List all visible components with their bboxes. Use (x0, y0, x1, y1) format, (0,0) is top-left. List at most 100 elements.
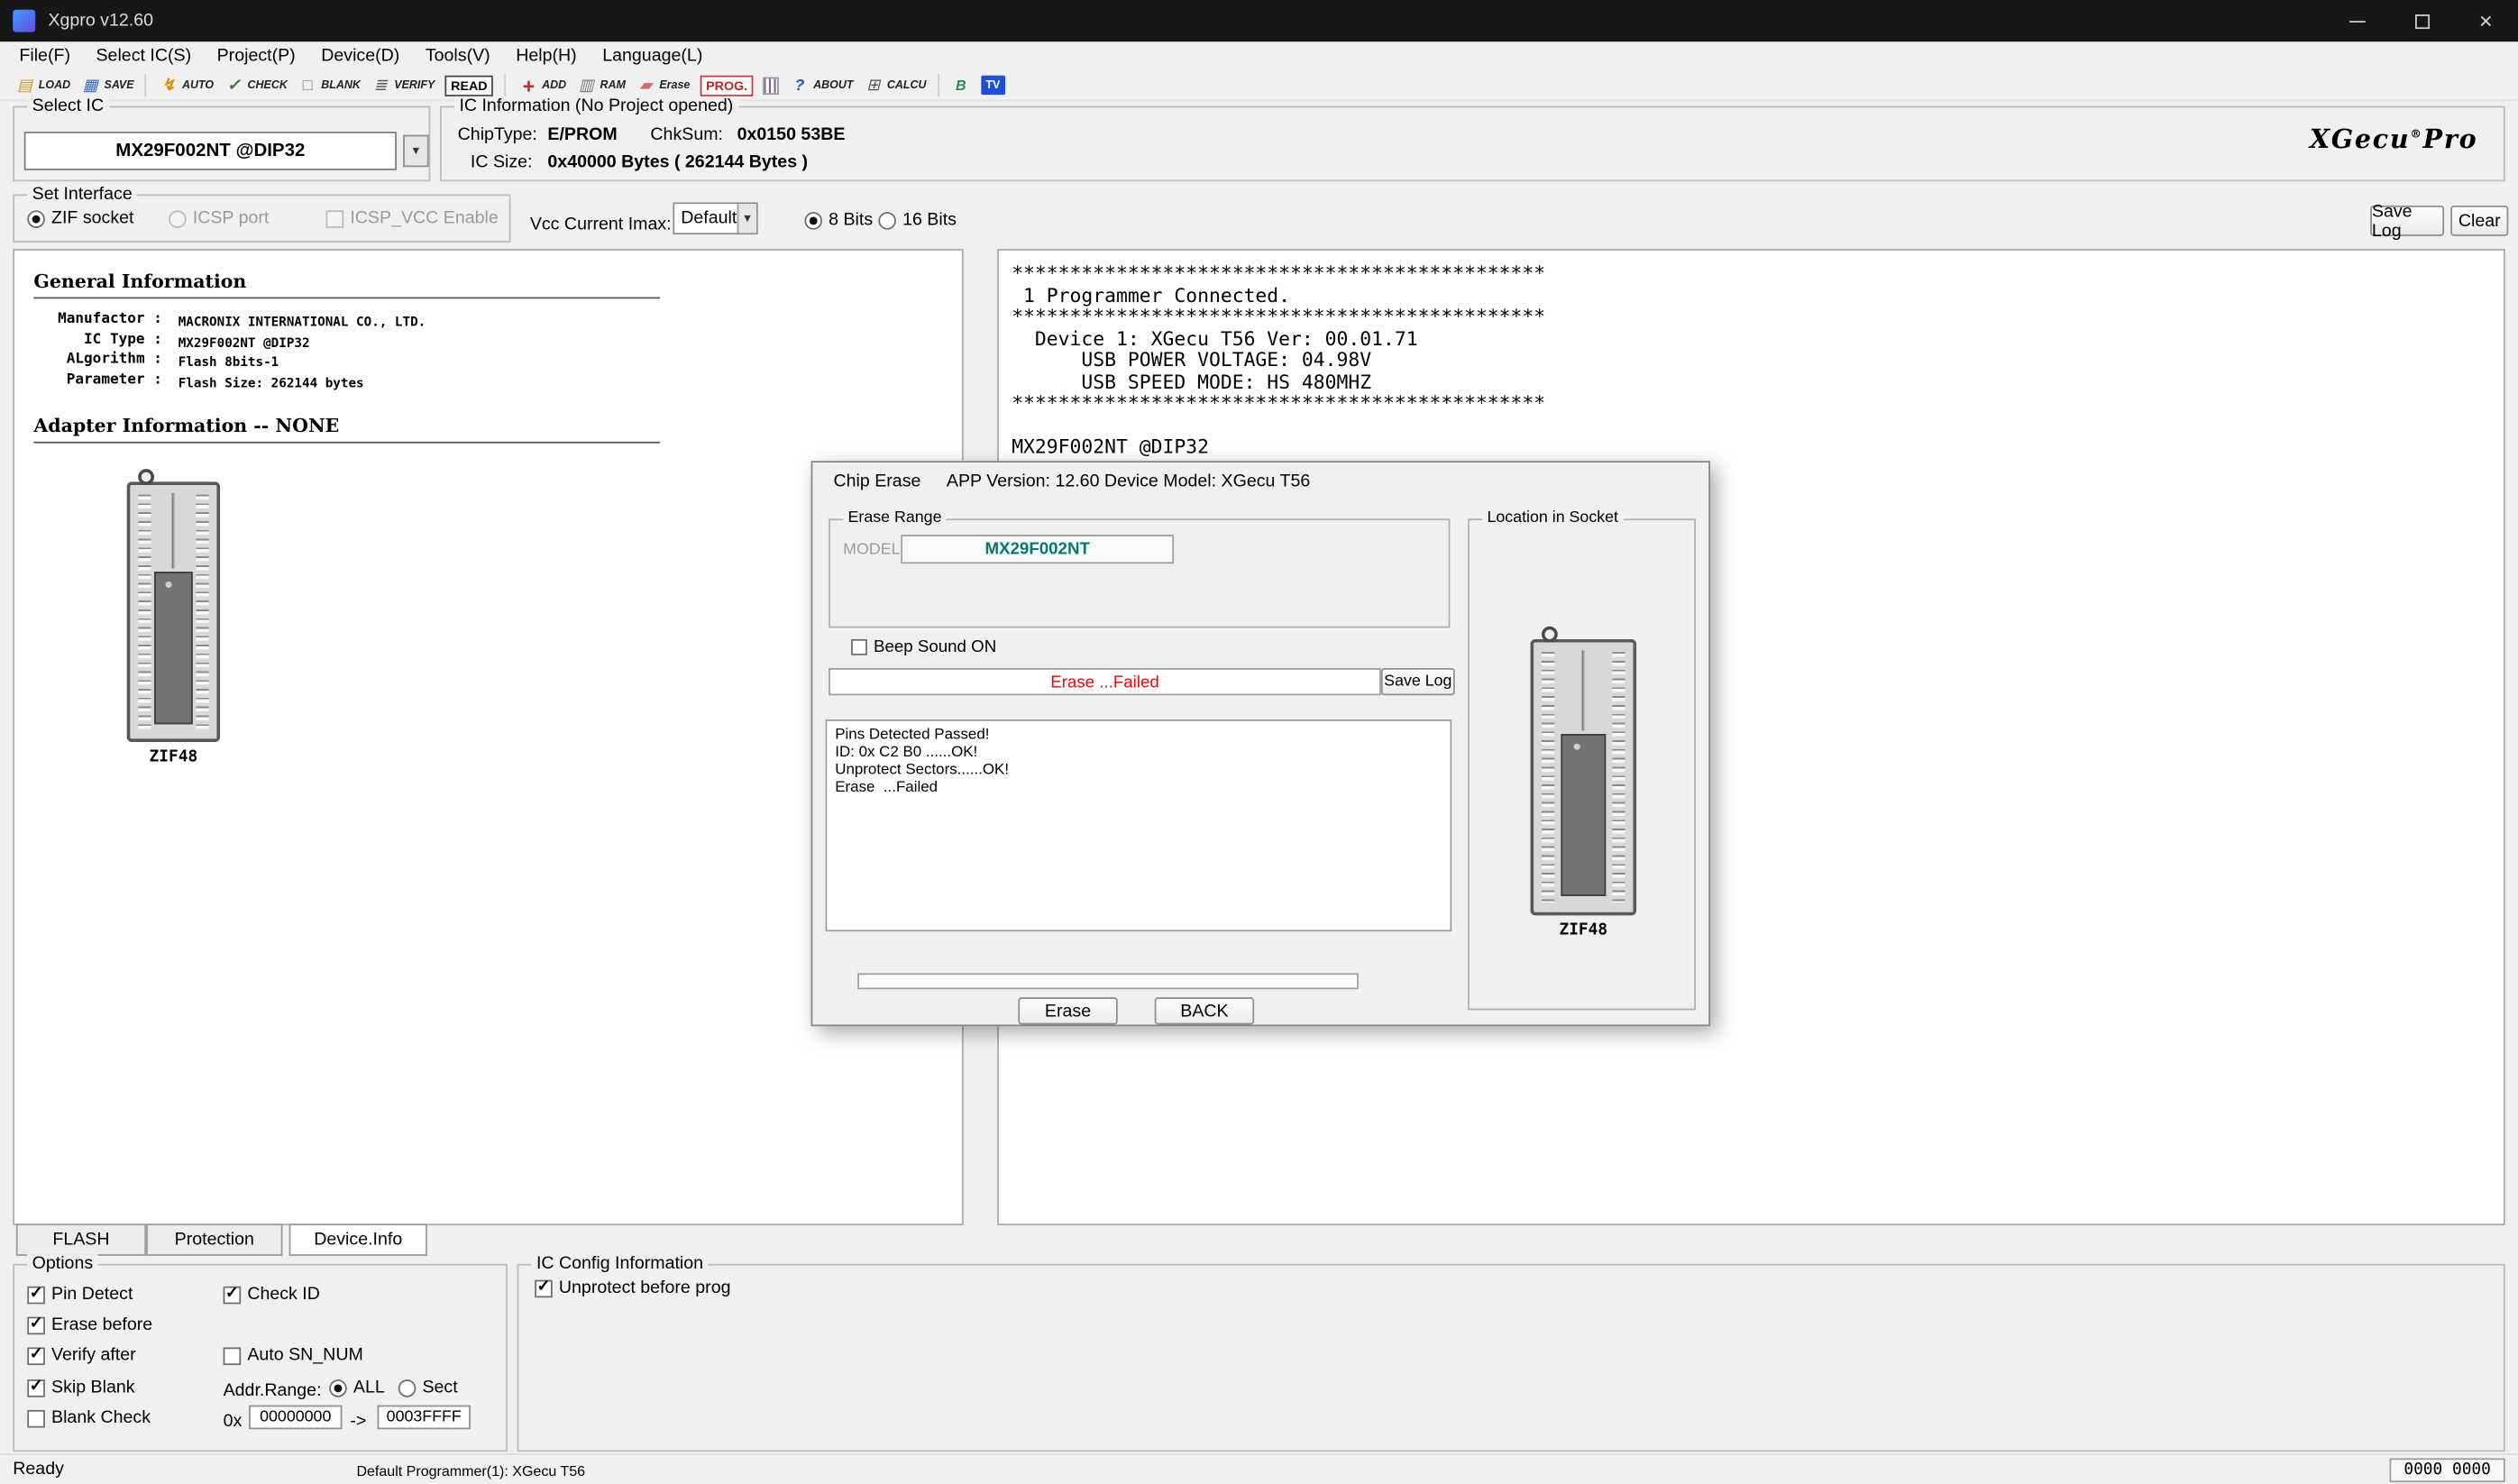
menu-help[interactable]: Help(H) (503, 47, 590, 66)
title-bar: Xgpro v12.60 (0, 0, 2518, 41)
addr-range-sect-radio[interactable]: Sect (398, 1378, 458, 1397)
save-log-button[interactable]: Save Log (2370, 206, 2444, 236)
toolbar: LOAD SAVE AUTO CHECK BLANK VERIFY READ A… (0, 70, 2518, 101)
menu-select-ic[interactable]: Select IC(S) (83, 47, 204, 66)
toolbar-read-button[interactable]: READ (440, 71, 499, 98)
skip-blank-checkbox[interactable]: Skip Blank (27, 1378, 134, 1397)
erase-status-box: Erase ...Failed (829, 668, 1381, 695)
model-label: MODEL (843, 541, 900, 559)
radio-mark (878, 211, 896, 229)
toolbar-bit-settings-button[interactable] (946, 71, 976, 98)
xgpro-window: Xgpro v12.60 File(F) Select IC(S) Projec… (0, 0, 2518, 1484)
maximize-button[interactable] (2390, 0, 2454, 41)
hex-prefix-label: 0x (224, 1412, 243, 1431)
minimize-button[interactable] (2325, 0, 2389, 41)
erase-before-checkbox[interactable]: Erase before (27, 1315, 152, 1334)
radio-mark (329, 1379, 347, 1397)
toolbar-check-button[interactable]: CHECK (218, 71, 292, 98)
menu-file[interactable]: File(F) (6, 47, 83, 66)
toolbar-load-button[interactable]: LOAD (10, 71, 76, 98)
blank-check-checkbox[interactable]: Blank Check (27, 1408, 151, 1427)
toolbar-verify-button[interactable]: VERIFY (365, 71, 439, 98)
socket-lever-icon (138, 469, 154, 485)
check-id-checkbox[interactable]: Check ID (224, 1285, 320, 1304)
menu-project[interactable]: Project(P) (204, 47, 308, 66)
compare-icon (371, 75, 391, 96)
ic-select-dropdown-button[interactable] (403, 135, 429, 168)
status-counter: 0000 0000 (2390, 1458, 2505, 1482)
ic-information-legend: IC Information (No Project opened) (454, 96, 738, 115)
plus-icon (517, 75, 538, 96)
tab-flash[interactable]: FLASH (16, 1223, 146, 1256)
icsp-vcc-checkbox[interactable]: ICSP_VCC Enable (326, 209, 499, 228)
toolbar-calcu-button[interactable]: CALCU (858, 71, 931, 98)
menu-device[interactable]: Device(D) (308, 47, 413, 66)
status-programmer: Default Programmer(1): XGecu T56 (356, 1463, 585, 1479)
info-row: Parameter :Flash Size: 262144 bytes (33, 371, 426, 391)
status-bar: Ready Default Programmer(1): XGecu T56 0… (0, 1453, 2518, 1484)
menu-language[interactable]: Language(L) (590, 47, 716, 66)
pin-detect-checkbox[interactable]: Pin Detect (27, 1285, 133, 1304)
beep-sound-checkbox[interactable]: Beep Sound ON (851, 637, 996, 656)
toolbar-save-button[interactable]: SAVE (75, 71, 138, 98)
tab-protection[interactable]: Protection (146, 1223, 282, 1256)
general-information-heading: General Information (33, 270, 660, 298)
options-legend: Options (27, 1254, 97, 1273)
addr-from-input[interactable] (249, 1406, 342, 1430)
barcode-icon (764, 77, 780, 95)
toolbar-prog-button[interactable]: PROG. (695, 71, 759, 98)
verify-after-checkbox[interactable]: Verify after (27, 1346, 135, 1365)
maximize-icon (2414, 14, 2429, 28)
window-title: Xgpro v12.60 (48, 11, 153, 30)
app-icon (13, 10, 35, 32)
addr-range-all-radio[interactable]: ALL (329, 1378, 385, 1397)
bits-8-radio[interactable]: 8 Bits (804, 210, 873, 229)
general-information-rows: Manufactor :MACRONIX INTERNATIONAL CO., … (33, 312, 426, 392)
back-button[interactable]: BACK (1155, 997, 1254, 1024)
blank-page-icon (298, 75, 318, 96)
bits-16-radio[interactable]: 16 Bits (878, 210, 957, 229)
erase-button[interactable]: Erase (1018, 997, 1117, 1024)
auto-sn-num-checkbox[interactable]: Auto SN_NUM (224, 1346, 363, 1365)
checkbox-mark (326, 209, 344, 227)
tv-icon: TV (981, 76, 1005, 95)
toolbar-ram-button[interactable]: RAM (571, 71, 630, 98)
dialog-save-log-button[interactable]: Save Log (1381, 668, 1455, 695)
window-controls (2325, 0, 2518, 41)
calculator-icon (863, 75, 884, 96)
menu-tools[interactable]: Tools(V) (413, 47, 503, 66)
toolbar-add-button[interactable]: ADD (513, 71, 571, 98)
erase-log-box: Pins Detected Passed! ID: 0x C2 B0 .....… (826, 719, 1452, 931)
checkbox-mark (27, 1347, 45, 1365)
unprotect-before-prog-checkbox[interactable]: Unprotect before prog (535, 1278, 730, 1297)
radio-mark (804, 211, 822, 229)
radio-mark (27, 209, 45, 227)
minimize-icon (2349, 20, 2366, 22)
ic-information-group: IC Information (No Project opened) ChipT… (440, 106, 2505, 182)
dialog-subtitle: APP Version: 12.60 Device Model: XGecu T… (947, 472, 1310, 491)
zif-socket-radio[interactable]: ZIF socket (27, 209, 133, 228)
status-ready: Ready (13, 1460, 64, 1479)
disk-icon (80, 75, 101, 96)
toolbar-auto-button[interactable]: AUTO (153, 71, 219, 98)
toolbar-blank-button[interactable]: BLANK (292, 71, 365, 98)
close-button[interactable] (2454, 0, 2518, 41)
icsp-port-radio[interactable]: ICSP port (169, 209, 269, 228)
chevron-down-icon (737, 204, 756, 233)
toolbar-barcode-button[interactable] (759, 71, 785, 98)
addr-to-input[interactable] (378, 1406, 471, 1430)
ic-size-value: 0x40000 Bytes ( 262144 Bytes ) (547, 152, 808, 171)
toolbar-tv-button[interactable]: TV (976, 71, 1010, 98)
zif-socket-graphic (127, 469, 220, 742)
programmer-log-text: ****************************************… (1012, 263, 1545, 458)
close-icon (2478, 11, 2493, 32)
ic-select-combobox[interactable]: MX29F002NT @DIP32 (24, 132, 397, 170)
info-row: IC Type :MX29F002NT @DIP32 (33, 332, 426, 352)
adapter-information-heading: Adapter Information -- NONE (33, 415, 660, 444)
clear-button[interactable]: Clear (2450, 206, 2508, 236)
tab-device-info[interactable]: Device.Info (289, 1223, 427, 1256)
toolbar-separator (145, 74, 147, 96)
toolbar-about-button[interactable]: ABOUT (784, 71, 858, 98)
vcc-current-dropdown[interactable]: Default (673, 202, 757, 234)
toolbar-erase-button[interactable]: Erase (630, 71, 694, 98)
